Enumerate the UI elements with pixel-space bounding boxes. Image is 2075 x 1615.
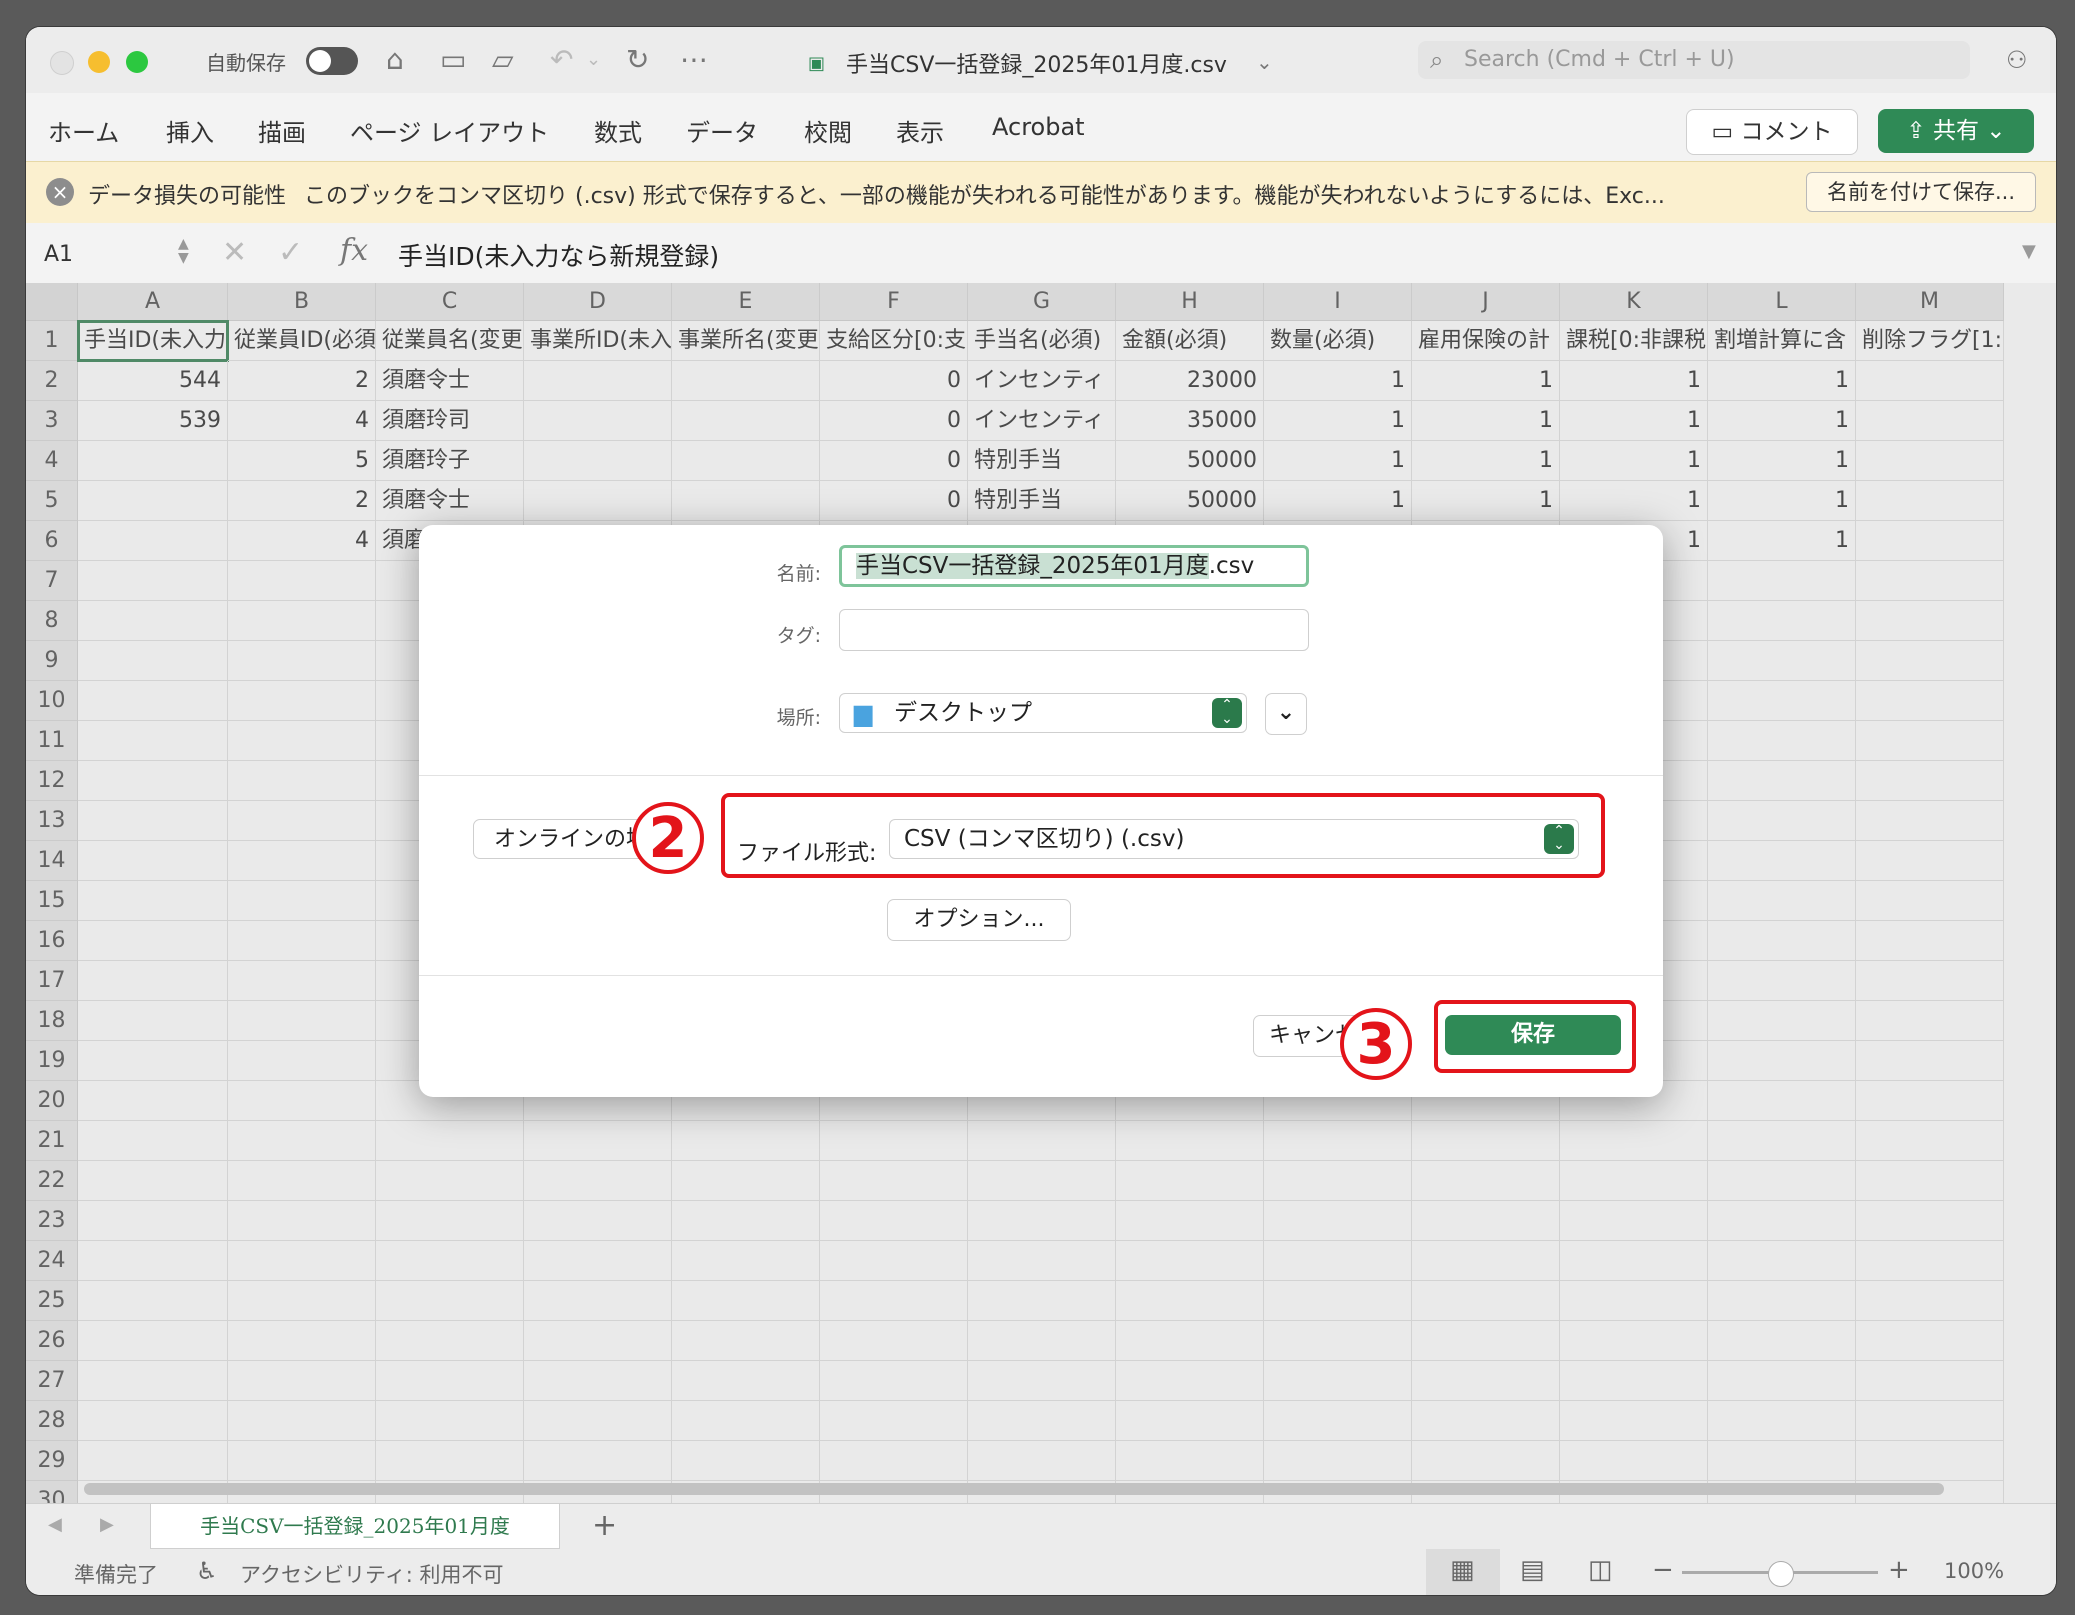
location-popup[interactable]: ▆ デスクトップ ⌃ ⌄ bbox=[839, 693, 1247, 733]
search-icon: ⌕ bbox=[1430, 46, 1444, 74]
location-stepper-icon: ⌃ ⌄ bbox=[1212, 698, 1242, 728]
normal-view-icon: ▦ bbox=[1450, 1555, 1475, 1585]
name-label: 名前: bbox=[776, 563, 821, 585]
save-as-icon[interactable]: ▱ bbox=[492, 43, 514, 77]
tab-view[interactable]: 表示 bbox=[896, 113, 944, 148]
tab-draw[interactable]: 描画 bbox=[258, 113, 306, 148]
accessibility-icon: ♿ bbox=[196, 1557, 218, 1585]
document-title[interactable]: 手当CSV一括登録_2025年01月度.csv bbox=[846, 47, 1227, 79]
tab-data[interactable]: データ bbox=[686, 113, 758, 148]
next-sheet-icon[interactable]: ▶ bbox=[100, 1514, 114, 1535]
name-box-stepper-icon[interactable]: ▲ ▼ bbox=[178, 237, 189, 265]
tab-page-layout[interactable]: ページ レイアウト bbox=[350, 113, 549, 148]
sheet-tab[interactable]: 手当CSV一括登録_2025年01月度 bbox=[150, 1504, 560, 1549]
comment-icon: ▭ bbox=[1711, 119, 1741, 145]
title-bar: 自動保存 ⌂ ▭ ▱ ↶ ⌄ ↻ ⋯ ▣ 手当CSV一括登録_2025年01月度… bbox=[26, 27, 2056, 93]
tag-label: タグ: bbox=[776, 625, 821, 647]
step-2-marker: 2 bbox=[632, 802, 704, 874]
tab-insert[interactable]: 挿入 bbox=[166, 113, 214, 148]
data-loss-message-bar: × データ損失の可能性 このブックをコンマ区切り (.csv) 形式で保存すると… bbox=[26, 161, 2056, 225]
ribbon-tabs: ホーム 挿入 描画 ページ レイアウト 数式 データ 校閲 表示 Acrobat… bbox=[26, 93, 2056, 163]
dialog-divider-bottom bbox=[419, 975, 1663, 976]
save-button-highlight-box bbox=[1434, 1000, 1636, 1073]
share-button[interactable]: ⇪ 共有 ⌄ bbox=[1878, 109, 2034, 153]
normal-view-button[interactable]: ▦ bbox=[1426, 1549, 1500, 1595]
zoom-level[interactable]: 100% bbox=[1944, 1559, 2004, 1583]
location-label: 場所: bbox=[776, 707, 821, 729]
redo-icon[interactable]: ↻ bbox=[626, 43, 649, 77]
sheet-tab-bar: ◀ ▶ 手当CSV一括登録_2025年01月度 + bbox=[26, 1503, 2056, 1550]
step-3-marker: 3 bbox=[1340, 1008, 1412, 1080]
undo-dropdown-icon[interactable]: ⌄ bbox=[586, 43, 601, 77]
search-placeholder: Search (Cmd + Ctrl + U) bbox=[1464, 47, 1735, 72]
tag-input[interactable] bbox=[839, 609, 1309, 651]
zoom-slider-thumb[interactable] bbox=[1768, 1561, 1794, 1587]
file-name-extension: .csv bbox=[1208, 553, 1255, 579]
cancel-formula-icon[interactable]: ✕ bbox=[222, 235, 247, 270]
accessibility-status[interactable]: アクセシビリティ: 利用不可 bbox=[240, 1559, 503, 1589]
message-title: データ損失の可能性 bbox=[88, 184, 287, 209]
people-icon[interactable]: ⚇ bbox=[2006, 43, 2028, 77]
status-bar: 準備完了 ♿ アクセシビリティ: 利用不可 ▦ ▤ ◫ − + 100% bbox=[26, 1549, 2056, 1595]
zoom-out-button[interactable]: − bbox=[1652, 1555, 1674, 1585]
expand-dialog-button[interactable]: ⌄ bbox=[1265, 693, 1307, 735]
dismiss-message-icon[interactable]: × bbox=[46, 178, 74, 206]
horizontal-scrollbar[interactable] bbox=[84, 1483, 1944, 1495]
fx-icon[interactable]: fx bbox=[340, 233, 368, 268]
share-icon: ⇪ bbox=[1906, 118, 1933, 144]
tab-formulas[interactable]: 数式 bbox=[594, 113, 642, 148]
comment-label: コメント bbox=[1740, 119, 1833, 145]
autosave-toggle[interactable] bbox=[306, 47, 358, 75]
folder-icon: ▆ bbox=[854, 699, 873, 727]
add-sheet-button[interactable]: + bbox=[592, 1508, 617, 1543]
page-break-view-icon[interactable]: ◫ bbox=[1588, 1555, 1613, 1585]
title-chevron-down-icon[interactable]: ⌄ bbox=[1256, 45, 1273, 79]
tab-acrobat[interactable]: Acrobat bbox=[992, 113, 1085, 141]
save-as-button[interactable]: 名前を付けて保存... bbox=[1806, 172, 2036, 212]
location-value: デスクトップ bbox=[894, 700, 1032, 726]
zoom-in-button[interactable]: + bbox=[1888, 1555, 1910, 1585]
expand-formula-icon[interactable]: ▼ bbox=[2022, 241, 2036, 262]
file-format-highlight-box bbox=[721, 793, 1605, 878]
prev-sheet-icon[interactable]: ◀ bbox=[48, 1514, 62, 1535]
page-layout-view-icon[interactable]: ▤ bbox=[1520, 1555, 1545, 1585]
share-chevron-icon: ⌄ bbox=[1979, 118, 2006, 144]
more-icon[interactable]: ⋯ bbox=[680, 43, 708, 77]
autosave-label: 自動保存 bbox=[206, 51, 286, 75]
file-name-input[interactable]: 手当CSV一括登録_2025年01月度.csv bbox=[839, 545, 1309, 587]
excel-file-icon: ▣ bbox=[808, 53, 826, 74]
comment-button[interactable]: ▭ コメント bbox=[1686, 109, 1858, 155]
dialog-divider-top bbox=[419, 775, 1663, 776]
tab-review[interactable]: 校閲 bbox=[804, 113, 852, 148]
share-label: 共有 bbox=[1933, 118, 1979, 144]
undo-icon[interactable]: ↶ bbox=[550, 43, 573, 77]
status-ready: 準備完了 bbox=[74, 1563, 158, 1587]
formula-content[interactable]: 手当ID(未入力なら新規登録) bbox=[398, 237, 719, 273]
options-button[interactable]: オプション... bbox=[887, 899, 1071, 941]
file-name-selected-text: 手当CSV一括登録_2025年01月度 bbox=[856, 553, 1209, 579]
message-text: このブックをコンマ区切り (.csv) 形式で保存すると、一部の機能が失われる可… bbox=[304, 184, 1665, 209]
tab-home[interactable]: ホーム bbox=[48, 113, 119, 148]
maximize-window-button[interactable] bbox=[126, 51, 148, 73]
confirm-formula-icon[interactable]: ✓ bbox=[278, 235, 303, 270]
home-icon[interactable]: ⌂ bbox=[386, 43, 404, 77]
close-window-button[interactable] bbox=[50, 51, 74, 75]
save-icon[interactable]: ▭ bbox=[440, 43, 466, 77]
minimize-window-button[interactable] bbox=[88, 51, 110, 73]
search-box[interactable]: ⌕ Search (Cmd + Ctrl + U) bbox=[1418, 41, 1970, 79]
